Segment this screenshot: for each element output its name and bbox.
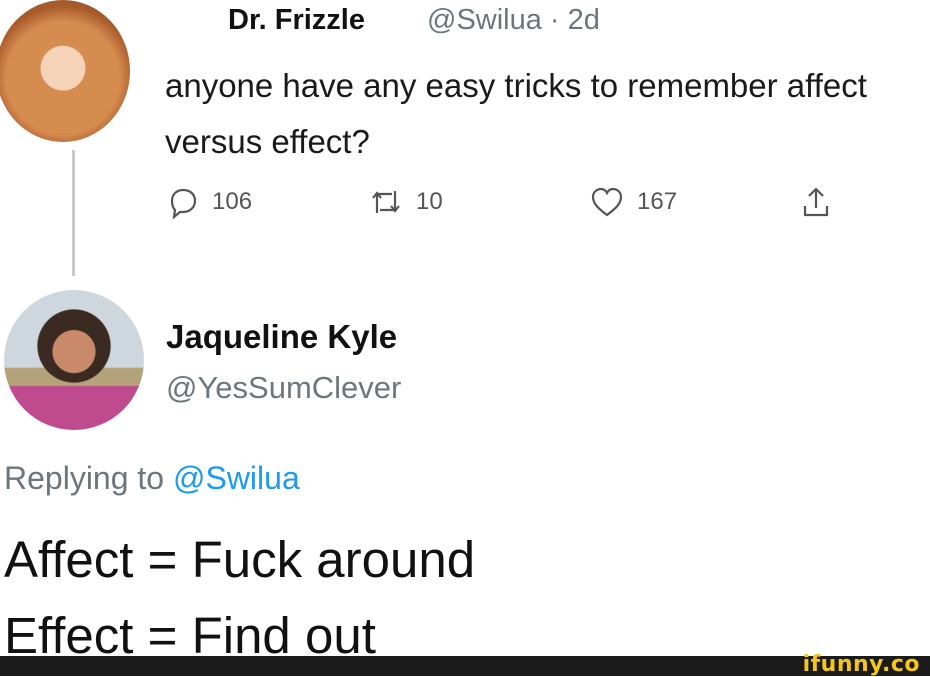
- like-button[interactable]: 167: [589, 182, 677, 222]
- author-name[interactable]: Dr. Frizzle: [228, 4, 365, 37]
- reply-button[interactable]: 106: [166, 182, 252, 222]
- avatar-dr-frizzle[interactable]: [0, 0, 130, 142]
- like-count: 167: [637, 188, 678, 215]
- watermark-bar: [0, 656, 930, 676]
- replying-to-mention[interactable]: @Swilua: [173, 460, 300, 496]
- thread-connector-line: [72, 150, 75, 276]
- retweet-count: 10: [416, 188, 443, 215]
- avatar-jaqueline-kyle[interactable]: [4, 290, 144, 430]
- retweet-icon: [372, 191, 400, 213]
- reply-author-handle[interactable]: @YesSumClever: [166, 370, 401, 406]
- retweet-button[interactable]: 10: [368, 182, 443, 222]
- share-button[interactable]: [799, 182, 833, 222]
- ifunny-watermark: ifunny.co: [802, 652, 920, 677]
- author-handle-time: @Swilua · 2d: [427, 4, 600, 36]
- heart-icon: [591, 187, 623, 217]
- replying-to: Replying to @Swilua: [4, 460, 300, 497]
- reply-author-name[interactable]: Jaqueline Kyle: [166, 318, 397, 356]
- reply-icon: [170, 188, 197, 219]
- reply-text-line-1: Affect = Fuck around: [4, 531, 476, 588]
- tweet-text: anyone have any easy tricks to remember …: [165, 67, 867, 160]
- share-icon: [803, 187, 829, 217]
- replying-to-prefix: Replying to: [4, 460, 173, 496]
- reply-count: 106: [212, 188, 253, 215]
